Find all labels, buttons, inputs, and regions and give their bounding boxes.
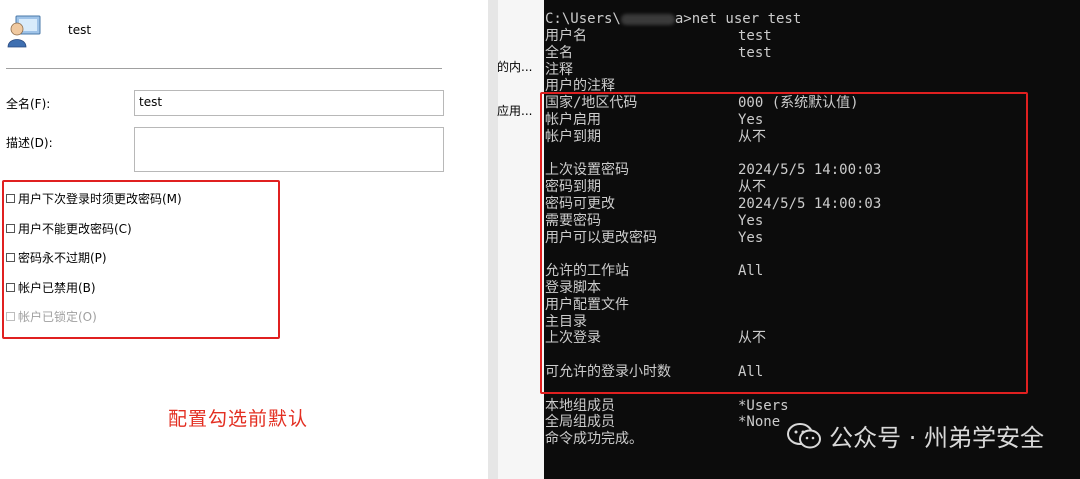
- checkbox-icon[interactable]: [6, 194, 15, 203]
- command-line: C:\Users\ a>net user test: [545, 11, 801, 28]
- truncated-item-2[interactable]: 应用...: [497, 102, 532, 119]
- checkbox-label: 帐户已锁定(O): [18, 310, 97, 324]
- terminal-line-key: 命令成功完成。: [545, 431, 643, 448]
- terminal-line: 注释: [545, 62, 1075, 79]
- fullname-input[interactable]: test: [134, 90, 444, 116]
- watermark: 公众号 · 州弟学安全: [787, 418, 1044, 453]
- checkbox-icon[interactable]: [6, 283, 15, 292]
- checkbox-icon: [6, 312, 15, 321]
- terminal-line: 本地组成员 *Users: [545, 398, 1075, 415]
- terminal-line: 用户名 test: [545, 28, 1075, 45]
- description-input[interactable]: [134, 127, 444, 172]
- checkbox-label: 密码永不过期(P): [18, 251, 107, 265]
- annotation-caption: 配置勾选前默认: [168, 408, 309, 430]
- terminal-line-key: 用户名: [545, 28, 587, 44]
- terminal-line: 全名 test: [545, 45, 1075, 62]
- description-label: 描述(D):: [6, 136, 53, 150]
- checkbox-must-change-password[interactable]: 用户下次登录时须更改密码(M): [6, 190, 182, 207]
- terminal-line-value: test: [738, 44, 772, 61]
- checkbox-label: 帐户已禁用(B): [18, 281, 96, 295]
- checkbox-password-never-expires[interactable]: 密码永不过期(P): [6, 249, 107, 266]
- terminal-line-value: *Users: [738, 397, 789, 414]
- terminal-line-value: test: [738, 28, 772, 44]
- user-name-title: test: [68, 23, 92, 37]
- fullname-label: 全名(F):: [6, 97, 51, 111]
- checkbox-label: 用户不能更改密码(C): [18, 222, 132, 236]
- checkbox-account-disabled[interactable]: 帐户已禁用(B): [6, 279, 96, 296]
- wechat-icon: [787, 422, 822, 448]
- user-properties-dialog: test 全名(F): test 描述(D): 用户下次登录时须更改密码(M) …: [0, 0, 488, 479]
- terminal-line-key: 全名: [545, 44, 573, 61]
- output-highlight-box: [540, 92, 1028, 394]
- command-suffix: a>net user test: [674, 11, 802, 27]
- terminal-line-key: 全局组成员: [545, 414, 615, 431]
- checkbox-label: 用户下次登录时须更改密码(M): [18, 192, 182, 206]
- terminal-window: C:\Users\ a>net user test 用户名 test 全名 test 注释…: [540, 0, 1080, 479]
- truncated-item-1[interactable]: 的内...: [497, 58, 532, 75]
- redacted-username: [620, 13, 675, 25]
- user-account-icon: [7, 15, 41, 48]
- terminal-line-key: 注释: [545, 61, 573, 78]
- terminal-line-key: 本地组成员: [545, 397, 615, 414]
- divider: [6, 68, 442, 69]
- background-window-strip: 的内... 应用...: [488, 0, 544, 479]
- command-prefix: C:\Users\: [545, 11, 621, 27]
- checkbox-icon[interactable]: [6, 253, 15, 262]
- terminal-line-value: *None: [738, 414, 781, 431]
- checkbox-icon[interactable]: [6, 224, 15, 233]
- checkbox-cannot-change-password[interactable]: 用户不能更改密码(C): [6, 220, 132, 237]
- checkbox-account-locked: 帐户已锁定(O): [6, 308, 97, 325]
- watermark-text: 公众号 · 州弟学安全: [829, 424, 1044, 452]
